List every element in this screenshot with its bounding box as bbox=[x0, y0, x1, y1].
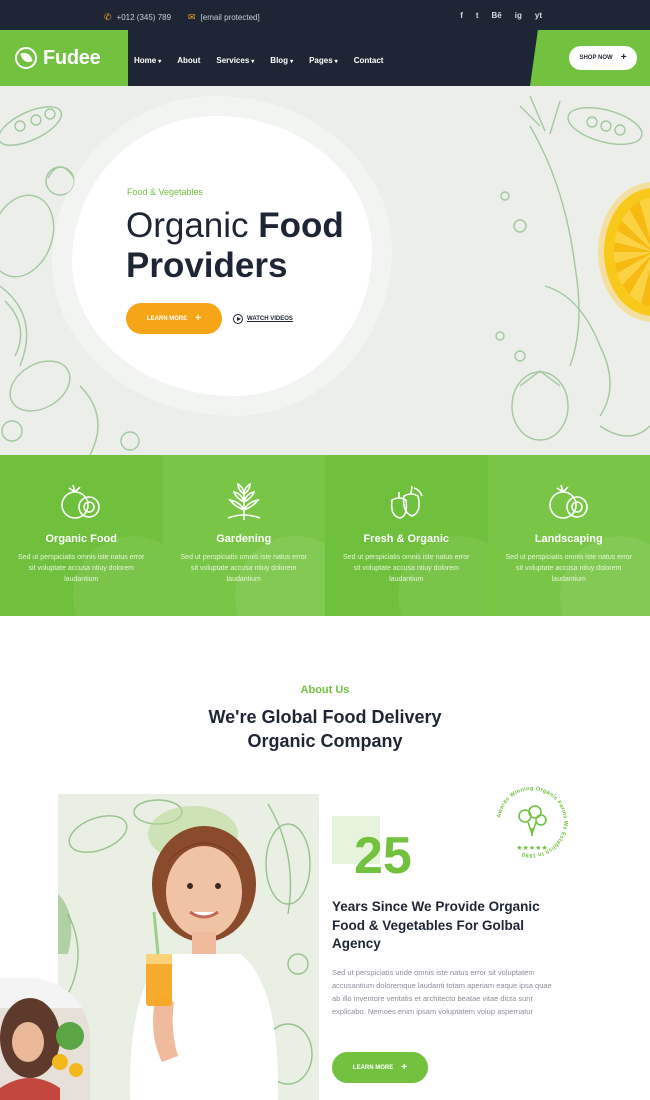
woman-with-juice-photo bbox=[58, 794, 319, 1100]
chevron-down-icon: ▾ bbox=[158, 59, 162, 65]
feature-description: Sed ut perspiciatis omnis iste natus err… bbox=[343, 554, 470, 583]
phone-text: +012 (345) 789 bbox=[116, 13, 172, 22]
hero-subtitle: Food & Vegetables bbox=[127, 187, 204, 197]
badge-stars: ★★★★★ bbox=[516, 844, 547, 852]
nav-item-home[interactable]: Home ▾ bbox=[134, 56, 161, 65]
years-number: 25 bbox=[354, 827, 412, 885]
mail-icon: ✉ bbox=[188, 12, 196, 22]
features-row: Organic Food Sed ut perspiciatis omnis i… bbox=[0, 455, 650, 616]
feature-title: Landscaping bbox=[534, 533, 603, 545]
nav-item-contact[interactable]: Contact bbox=[354, 56, 384, 65]
learn-more-label: LEARN MORE bbox=[146, 315, 188, 322]
about-title: We're Global Food Delivery Organic Compa… bbox=[0, 705, 650, 753]
feature-card-landscaping[interactable]: Landscaping Sed ut perspiciatis omnis is… bbox=[487, 455, 650, 616]
learn-more-label: LEARN MORE bbox=[352, 1064, 394, 1071]
broccoli-icon bbox=[518, 805, 547, 837]
about-description: Sed ut perspiciatis unde omnis iste natu… bbox=[332, 968, 552, 1016]
youtube-icon[interactable]: yt bbox=[535, 11, 542, 20]
tomato-icon bbox=[0, 482, 163, 522]
behance-icon[interactable]: Bē bbox=[492, 11, 502, 20]
nav-item-pages[interactable]: Pages ▾ bbox=[309, 56, 338, 65]
wheat-icon bbox=[163, 482, 326, 522]
hero-title-bold-1: Food bbox=[258, 206, 344, 245]
shop-now-label: SHOP NOW bbox=[579, 55, 613, 61]
facebook-icon[interactable]: f bbox=[460, 11, 463, 20]
chevron-down-icon: ▾ bbox=[251, 59, 255, 65]
nav-item-about[interactable]: About bbox=[177, 56, 200, 65]
award-badge: Awards Winning Organic Farms We Establis… bbox=[496, 786, 568, 858]
nav-item-services[interactable]: Services ▾ bbox=[216, 56, 254, 65]
feature-card-gardening[interactable]: Gardening Sed ut perspiciatis omnis iste… bbox=[162, 455, 326, 616]
social-links: f t Bē ig yt bbox=[460, 11, 542, 20]
years-title: Years Since We Provide Organic Food & Ve… bbox=[332, 899, 540, 951]
twitter-icon[interactable]: t bbox=[476, 11, 479, 20]
feature-card-organic-food[interactable]: Organic Food Sed ut perspiciatis omnis i… bbox=[0, 455, 163, 616]
nav-item-blog[interactable]: Blog ▾ bbox=[270, 56, 293, 65]
plus-icon: + bbox=[401, 1062, 408, 1073]
nav-label: Home bbox=[134, 56, 157, 65]
feature-description: Sed ut perspiciatis omnis iste natus err… bbox=[180, 554, 307, 583]
main-nav: Home ▾ About Services ▾ Blog ▾ Pages ▾ Conta… bbox=[134, 35, 383, 86]
hero-title: Organic Food Providers bbox=[126, 206, 396, 286]
about-title-line-1: We're Global Food Delivery bbox=[208, 707, 442, 727]
phone-icon: ✆ bbox=[104, 12, 112, 22]
about-label: About Us bbox=[300, 684, 350, 696]
chevron-down-icon: ▾ bbox=[334, 59, 338, 65]
instagram-icon[interactable]: ig bbox=[515, 11, 522, 20]
watch-videos-link[interactable]: WATCH VIDEOS bbox=[233, 314, 293, 324]
plus-icon: + bbox=[620, 52, 627, 63]
email-contact[interactable]: ✉ [email protected] bbox=[188, 12, 260, 23]
email-text: [email protected] bbox=[200, 13, 260, 22]
phone-contact[interactable]: ✆ +012 (345) 789 bbox=[104, 12, 172, 23]
feature-title: Fresh & Organic bbox=[363, 533, 450, 545]
nav-label: Pages bbox=[309, 56, 333, 65]
tomato-icon bbox=[488, 482, 650, 522]
brand-name: Fudee bbox=[43, 46, 101, 69]
hero-learn-more-button[interactable]: LEARN MORE + bbox=[126, 303, 222, 334]
photo-illustration bbox=[58, 799, 313, 1100]
chevron-down-icon: ▾ bbox=[290, 59, 294, 65]
nav-label: Blog bbox=[270, 56, 289, 65]
play-icon bbox=[233, 314, 243, 324]
feature-description: Sed ut perspiciatis omnis iste natus err… bbox=[18, 554, 145, 583]
about-learn-more-button[interactable]: LEARN MORE + bbox=[332, 1052, 428, 1083]
feature-title: Organic Food bbox=[45, 533, 118, 545]
feature-card-fresh-organic[interactable]: Fresh & Organic Sed ut perspiciatis omni… bbox=[325, 455, 488, 616]
hero-title-bold-2: Providers bbox=[126, 246, 288, 285]
shop-now-button[interactable]: SHOP NOW + bbox=[569, 46, 637, 70]
feature-description: Sed ut perspiciatis omnis iste natus err… bbox=[505, 554, 632, 583]
about-title-line-2: Organic Company bbox=[247, 731, 403, 751]
nav-label: Services bbox=[216, 56, 250, 65]
logo[interactable]: Fudee bbox=[0, 30, 128, 86]
watch-videos-label: WATCH VIDEOS bbox=[247, 316, 293, 322]
leaf-logo-icon bbox=[15, 47, 37, 69]
feature-title: Gardening bbox=[216, 533, 272, 545]
plus-icon: + bbox=[195, 313, 202, 324]
hero-section: Food & Vegetables Organic Food Providers… bbox=[0, 86, 650, 455]
hero-title-light: Organic bbox=[126, 206, 259, 245]
pepper-icon bbox=[325, 482, 488, 522]
